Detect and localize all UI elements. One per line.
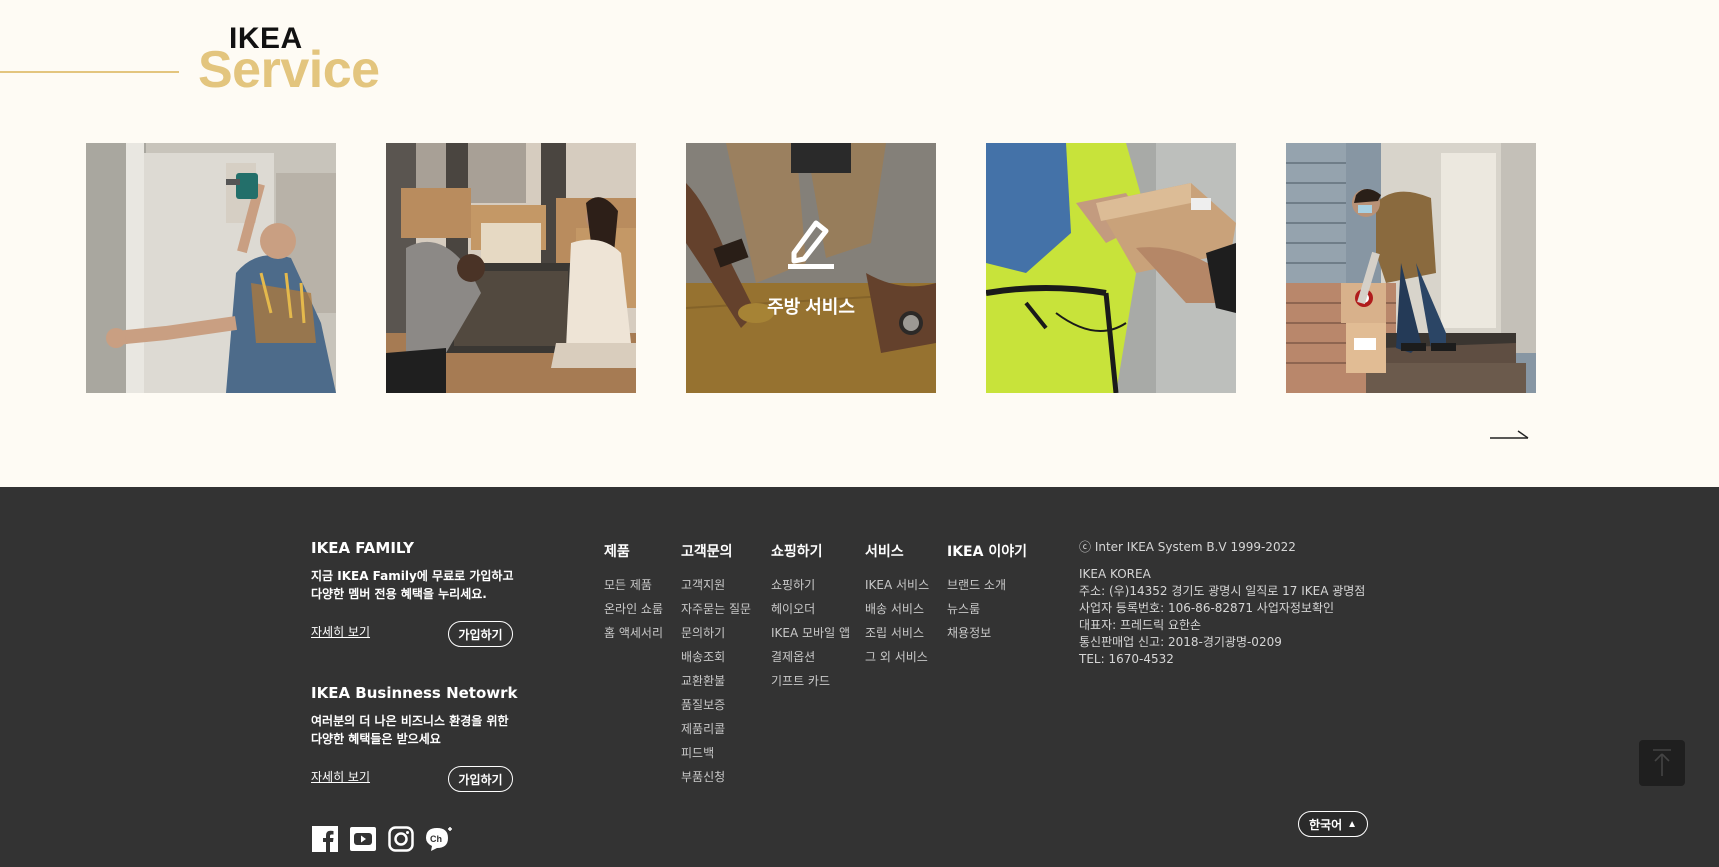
company-mail-order: 통신판매업 신고: 2018-경기광명-0209: [1079, 635, 1282, 649]
menu-item-faq[interactable]: 자주묻는 질문: [681, 597, 751, 621]
family-desc-line-2: 다양한 멤버 전용 혜택을 누리세요.: [311, 587, 487, 601]
arrow-up-icon: [1653, 749, 1671, 776]
youtube-icon[interactable]: [349, 826, 377, 852]
copyright-text: ⓒ Inter IKEA System B.V 1999-2022: [1079, 540, 1296, 554]
menu-item-returns[interactable]: 교환환불: [681, 669, 751, 693]
business-desc-line-1: 여러분의 더 나은 비즈니스 환경을 위한: [311, 714, 509, 728]
doorstep-photo: [1286, 143, 1536, 393]
menu-title-services: 서비스: [865, 544, 904, 560]
company-info: ⓒ Inter IKEA System B.V 1999-2022 IKEA K…: [1079, 539, 1365, 668]
family-more-link[interactable]: 자세히 보기: [311, 623, 370, 640]
menu-item-contact[interactable]: 문의하기: [681, 621, 751, 645]
company-biz-number: 사업자 등록번호: 106-86-82871 사업자정보확인: [1079, 601, 1335, 615]
pen-icon: [788, 220, 834, 269]
menu-column-products: 제품 모든 제품 온라인 쇼룸 홈 액세서리: [604, 541, 663, 645]
kakao-channel-icon[interactable]: Ch: [425, 826, 453, 852]
menu-column-shopping: 쇼핑하기 쇼핑하기 헤이오더 IKEA 모바일 앱 결제옵션 기프트 카드: [771, 541, 850, 693]
svg-text:Ch: Ch: [430, 834, 442, 844]
menu-item-payment-options[interactable]: 결제옵션: [771, 645, 850, 669]
company-tel: TEL: 1670-4532: [1079, 652, 1174, 666]
moving-photo: [386, 143, 636, 393]
service-section: IKEA Service 주방 서비스: [0, 0, 1719, 487]
assembly-photo: [86, 143, 336, 393]
menu-column-services: 서비스 IKEA 서비스 배송 서비스 조립 서비스 그 외 서비스: [865, 541, 929, 669]
service-brand-title: Service: [198, 41, 380, 99]
facebook-icon[interactable]: [311, 826, 339, 852]
family-join-button[interactable]: 가입하기: [448, 621, 513, 647]
kitchen-card-overlay: 주방 서비스: [686, 143, 936, 393]
company-ceo: 대표자: 프레드릭 요한손: [1079, 618, 1202, 632]
menu-item-all-products[interactable]: 모든 제품: [604, 573, 663, 597]
menu-item-delivery-tracking[interactable]: 배송조회: [681, 645, 751, 669]
menu-item-mobile-app[interactable]: IKEA 모바일 앱: [771, 621, 850, 645]
menu-item-customer-support[interactable]: 고객지원: [681, 573, 751, 597]
menu-item-brand[interactable]: 브랜드 소개: [947, 573, 1027, 597]
menu-item-other-services[interactable]: 그 외 서비스: [865, 645, 929, 669]
delivery-photo: [986, 143, 1236, 393]
language-selector[interactable]: 한국어 ▲: [1298, 811, 1368, 837]
business-desc-line-2: 다양한 혜택들은 받으세요: [311, 732, 441, 746]
menu-item-home-accessories[interactable]: 홈 액세서리: [604, 621, 663, 645]
menu-item-delivery-service[interactable]: 배송 서비스: [865, 597, 929, 621]
service-card-moving[interactable]: [386, 143, 636, 393]
family-description: 지금 IKEA Family에 무료로 가입하고 다양한 멤버 전용 혜택을 누…: [311, 567, 531, 603]
company-name: IKEA KOREA: [1079, 567, 1151, 581]
menu-title-products: 제품: [604, 544, 630, 560]
business-more-link[interactable]: 자세히 보기: [311, 768, 370, 785]
menu-item-recalls[interactable]: 제품리콜: [681, 717, 751, 741]
family-title: IKEA FAMILY: [311, 539, 415, 557]
service-title-line: [0, 71, 179, 73]
business-join-button[interactable]: 가입하기: [448, 766, 513, 792]
language-label: 한국어: [1308, 817, 1343, 832]
menu-title-story: IKEA 이야기: [947, 544, 1027, 560]
menu-item-shop[interactable]: 쇼핑하기: [771, 573, 850, 597]
caret-up-icon: ▲: [1347, 818, 1358, 830]
menu-item-warranty[interactable]: 품질보증: [681, 693, 751, 717]
menu-item-newsroom[interactable]: 뉴스룸: [947, 597, 1027, 621]
kitchen-card-label: 주방 서비스: [767, 297, 855, 317]
menu-item-careers[interactable]: 채용정보: [947, 621, 1027, 645]
service-card-assembly[interactable]: [86, 143, 336, 393]
menu-item-online-showroom[interactable]: 온라인 쇼룸: [604, 597, 663, 621]
site-footer: [0, 487, 1719, 867]
menu-title-support: 고객문의: [681, 544, 733, 560]
menu-item-parts-request[interactable]: 부품신청: [681, 765, 751, 789]
menu-item-feedback[interactable]: 피드백: [681, 741, 751, 765]
family-desc-line-1: 지금 IKEA Family에 무료로 가입하고: [311, 569, 514, 583]
service-card-delivery[interactable]: [986, 143, 1236, 393]
menu-item-hey-order[interactable]: 헤이오더: [771, 597, 850, 621]
menu-column-support: 고객문의 고객지원 자주묻는 질문 문의하기 배송조회 교환환불 품질보증 제품…: [681, 541, 751, 789]
menu-item-ikea-services[interactable]: IKEA 서비스: [865, 573, 929, 597]
service-card-kitchen[interactable]: 주방 서비스: [686, 143, 936, 393]
back-to-top-button[interactable]: [1639, 740, 1685, 786]
instagram-icon[interactable]: [387, 826, 415, 852]
business-title: IKEA Businness Netowrk: [311, 684, 518, 702]
service-card-doorstep[interactable]: [1286, 143, 1536, 393]
company-address: 주소: (우)14352 경기도 광명시 일직로 17 IKEA 광명점: [1079, 584, 1366, 598]
menu-item-assembly-service[interactable]: 조립 서비스: [865, 621, 929, 645]
arrow-right-icon[interactable]: [1490, 426, 1530, 442]
menu-title-shopping: 쇼핑하기: [771, 544, 823, 560]
menu-item-gift-card[interactable]: 기프트 카드: [771, 669, 850, 693]
business-description: 여러분의 더 나은 비즈니스 환경을 위한 다양한 혜택들은 받으세요: [311, 712, 531, 748]
menu-column-story: IKEA 이야기 브랜드 소개 뉴스룸 채용정보: [947, 541, 1027, 645]
